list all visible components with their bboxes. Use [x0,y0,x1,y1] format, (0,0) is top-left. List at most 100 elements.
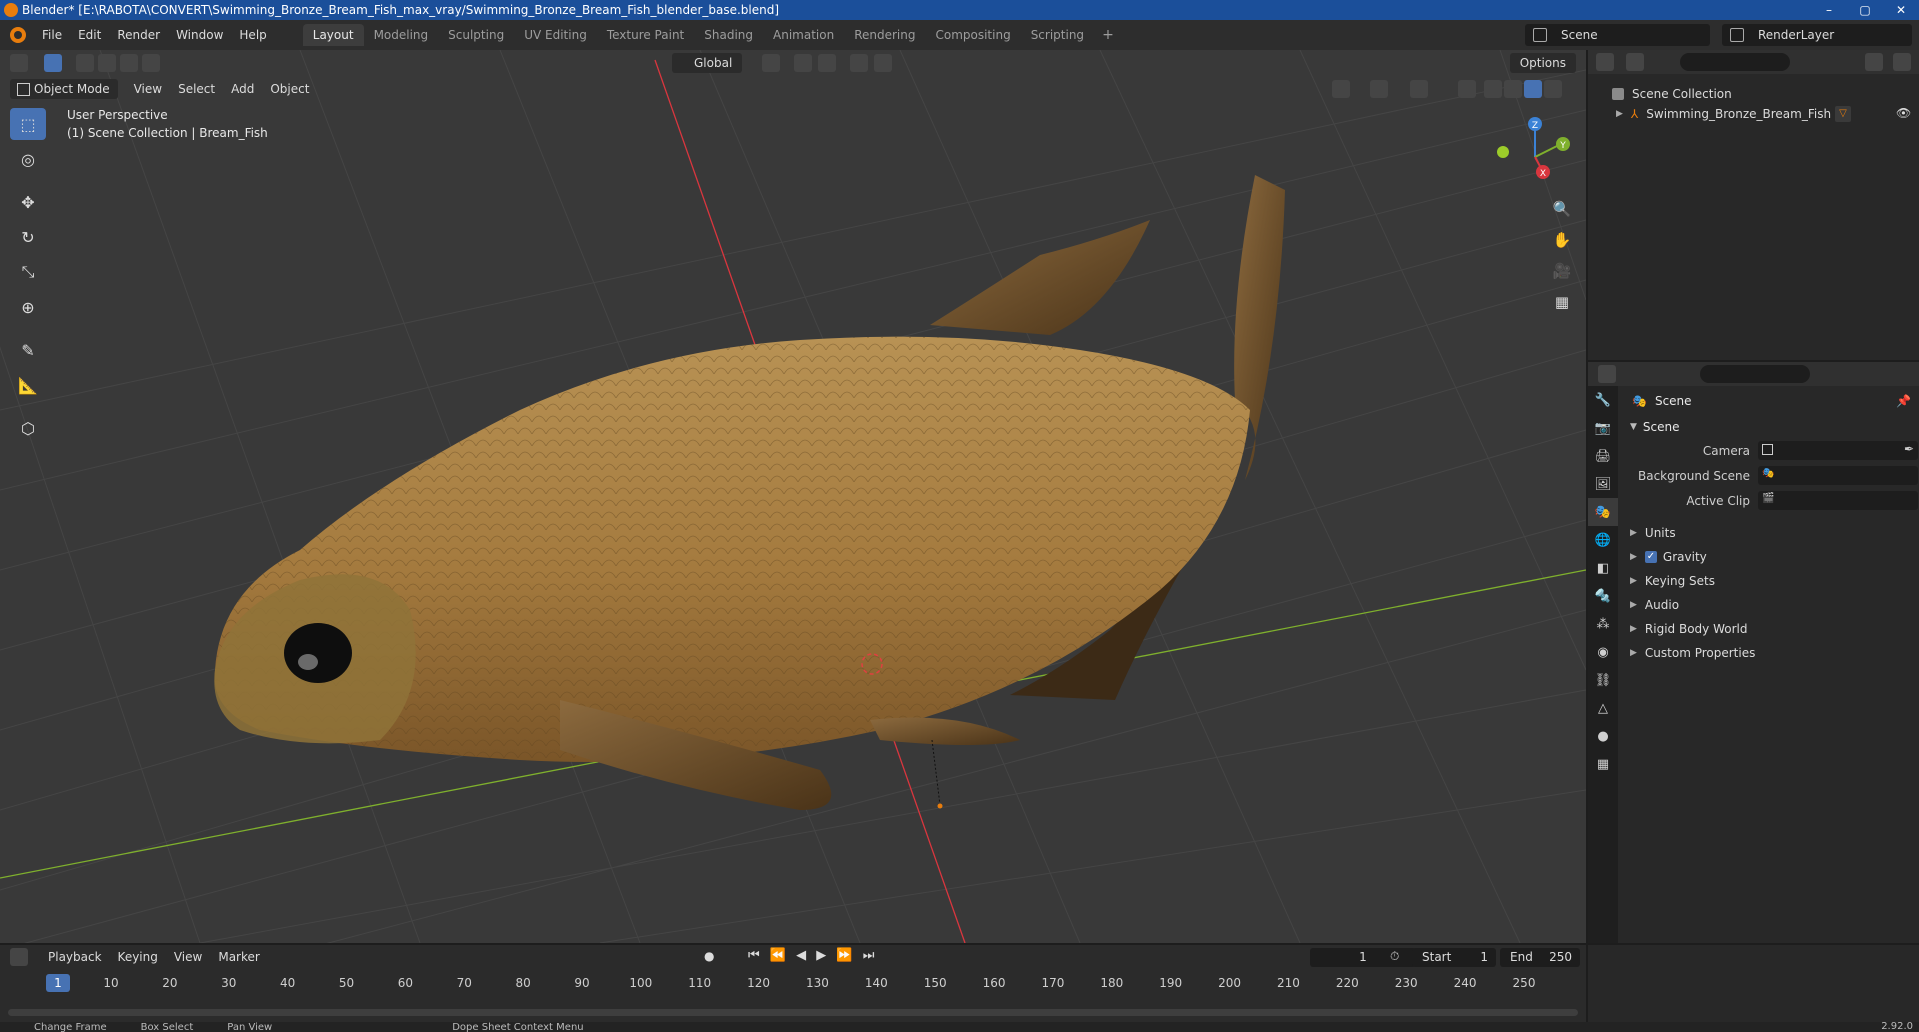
properties-search-input[interactable] [1700,365,1810,383]
pivot-point-icon[interactable] [762,54,780,72]
new-collection-icon[interactable] [1893,53,1911,71]
modifier-tab-icon[interactable]: 🔩 [1588,582,1618,610]
menu-edit[interactable]: Edit [70,28,109,42]
menu-add[interactable]: Add [223,79,262,99]
pan-hand-icon[interactable]: ✋ [1548,226,1576,254]
transform-orientation-select[interactable]: Global [672,53,743,73]
playback-controls[interactable]: ⏮ ⏪ ◀ ▶ ⏩ ⏭ [748,948,877,963]
timeline-scrollbar[interactable] [8,1009,1578,1016]
tab-scripting[interactable]: Scripting [1021,24,1094,46]
eyedropper-icon[interactable]: ✒ [1904,442,1914,456]
tool-tab-icon[interactable]: 🔧 [1588,386,1618,414]
particles-tab-icon[interactable]: ⁂ [1588,610,1618,638]
outliner-search-input[interactable] [1680,53,1790,71]
units-panel[interactable]: ▶ Units [1622,521,1919,545]
frame-ruler[interactable]: 1 10 20 30 40 50 60 70 80 90 100 110 120 130 140 150 160… [0,973,1586,995]
add-workspace-button[interactable]: + [1094,24,1122,46]
start-frame-field[interactable]: Start 1 [1412,948,1496,967]
tab-layout[interactable]: Layout [302,24,364,46]
add-cube-tool-icon[interactable]: ⬡ [10,412,46,444]
background-scene-field[interactable]: 🎭 [1758,466,1918,485]
navigation-gizmo[interactable]: Z Y X [1485,112,1575,202]
render-tab-icon[interactable]: 📷 [1588,414,1618,442]
audio-panel[interactable]: ▶ Audio [1622,593,1919,617]
constraints-tab-icon[interactable]: ⛓ [1588,666,1618,694]
3d-viewport[interactable]: Global Options Object Mode View Select A… [0,50,1586,943]
scale-tool-icon[interactable]: ⤡ [10,256,46,288]
output-tab-icon[interactable]: 🖨 [1588,442,1618,470]
wireframe-shading-icon[interactable] [1484,80,1502,98]
tab-animation[interactable]: Animation [763,24,844,46]
annotate-tool-icon[interactable]: ✎ [10,334,46,366]
display-mode-icon[interactable] [1626,53,1644,71]
texture-tab-icon[interactable]: ▦ [1588,750,1618,778]
tab-uv-editing[interactable]: UV Editing [514,24,597,46]
tab-shading[interactable]: Shading [694,24,763,46]
timeline-editor-type-icon[interactable] [10,948,28,966]
properties-editor-type-icon[interactable] [1598,365,1616,383]
blender-menu-icon[interactable] [10,27,26,43]
select-mode-invert-icon[interactable] [142,54,160,72]
rendered-shading-icon[interactable] [1544,80,1562,98]
minimize-button[interactable]: – [1811,0,1847,20]
menu-timeline-view[interactable]: View [166,947,210,967]
menu-keying[interactable]: Keying [110,947,166,967]
scene-panel-header[interactable]: ▼ Scene [1622,416,1919,438]
select-box-tool-icon[interactable]: ⬚ [10,108,46,140]
menu-view[interactable]: View [126,79,170,99]
active-clip-field[interactable]: 🎬 [1758,491,1918,510]
view-layer-tab-icon[interactable]: 🖼 [1588,470,1618,498]
bream-fish-model[interactable] [214,175,1285,810]
camera-view-icon[interactable]: 🎥 [1548,257,1576,285]
expand-arrow-icon[interactable]: ▶ [1616,109,1623,119]
keying-sets-panel[interactable]: ▶ Keying Sets [1622,569,1919,593]
gravity-panel[interactable]: ▶ ✓ Gravity [1622,545,1919,569]
clock-icon[interactable]: ⏱ [1390,949,1399,964]
visibility-icon[interactable] [1332,80,1350,98]
close-button[interactable]: ✕ [1883,0,1919,20]
menu-marker[interactable]: Marker [210,947,267,967]
material-tab-icon[interactable]: ● [1588,722,1618,750]
object-tab-icon[interactable]: ◧ [1588,554,1618,582]
scene-tab-icon[interactable]: 🎭 [1588,498,1618,526]
object-mode-select[interactable]: Object Mode [10,79,118,99]
menu-window[interactable]: Window [168,28,231,42]
xray-toggle-icon[interactable] [1458,80,1476,98]
outliner-scene-collection[interactable]: Scene Collection [1588,84,1919,104]
snap-icon[interactable] [794,54,812,72]
proportional-edit-icon[interactable] [850,54,868,72]
move-tool-icon[interactable]: ✥ [10,186,46,218]
custom-properties-panel[interactable]: ▶ Custom Properties [1622,641,1919,665]
measure-tool-icon[interactable]: 📐 [10,369,46,401]
tab-rendering[interactable]: Rendering [844,24,925,46]
current-frame-field[interactable]: 1 [1310,948,1416,967]
tab-texture-paint[interactable]: Texture Paint [597,24,694,46]
physics-tab-icon[interactable]: ◉ [1588,638,1618,666]
tab-sculpting[interactable]: Sculpting [438,24,514,46]
data-tab-icon[interactable]: △ [1588,694,1618,722]
pin-icon[interactable]: 📌 [1896,394,1911,408]
rotate-tool-icon[interactable]: ↻ [10,221,46,253]
maximize-button[interactable]: ▢ [1847,0,1883,20]
eye-visibility-icon[interactable]: 👁 [1896,106,1911,120]
menu-file[interactable]: File [34,28,70,42]
outliner-object-row[interactable]: ▶ ⅄ Swimming_Bronze_Bream_Fish ▽ 👁 [1588,104,1919,124]
rigid-body-world-panel[interactable]: ▶ Rigid Body World [1622,617,1919,641]
menu-playback[interactable]: Playback [40,947,110,967]
select-mode-extend-icon[interactable] [98,54,116,72]
end-frame-field[interactable]: End 250 [1500,948,1580,967]
select-mode-new-icon[interactable] [76,54,94,72]
tab-compositing[interactable]: Compositing [925,24,1020,46]
cursor-tool-icon[interactable]: ◎ [10,143,46,175]
menu-render[interactable]: Render [109,28,168,42]
gizmo-toggle-icon[interactable] [1370,80,1388,98]
zoom-icon[interactable]: 🔍 [1548,195,1576,223]
world-tab-icon[interactable]: 🌐 [1588,526,1618,554]
render-layer-selector[interactable]: RenderLayer [1722,24,1912,46]
select-tool-icon[interactable] [44,54,62,72]
ortho-grid-icon[interactable]: ▦ [1548,288,1576,316]
falloff-icon[interactable] [874,54,892,72]
current-frame-marker[interactable]: 1 [46,974,70,992]
outliner-editor-type-icon[interactable] [1596,53,1614,71]
filter-icon[interactable] [1865,53,1883,71]
